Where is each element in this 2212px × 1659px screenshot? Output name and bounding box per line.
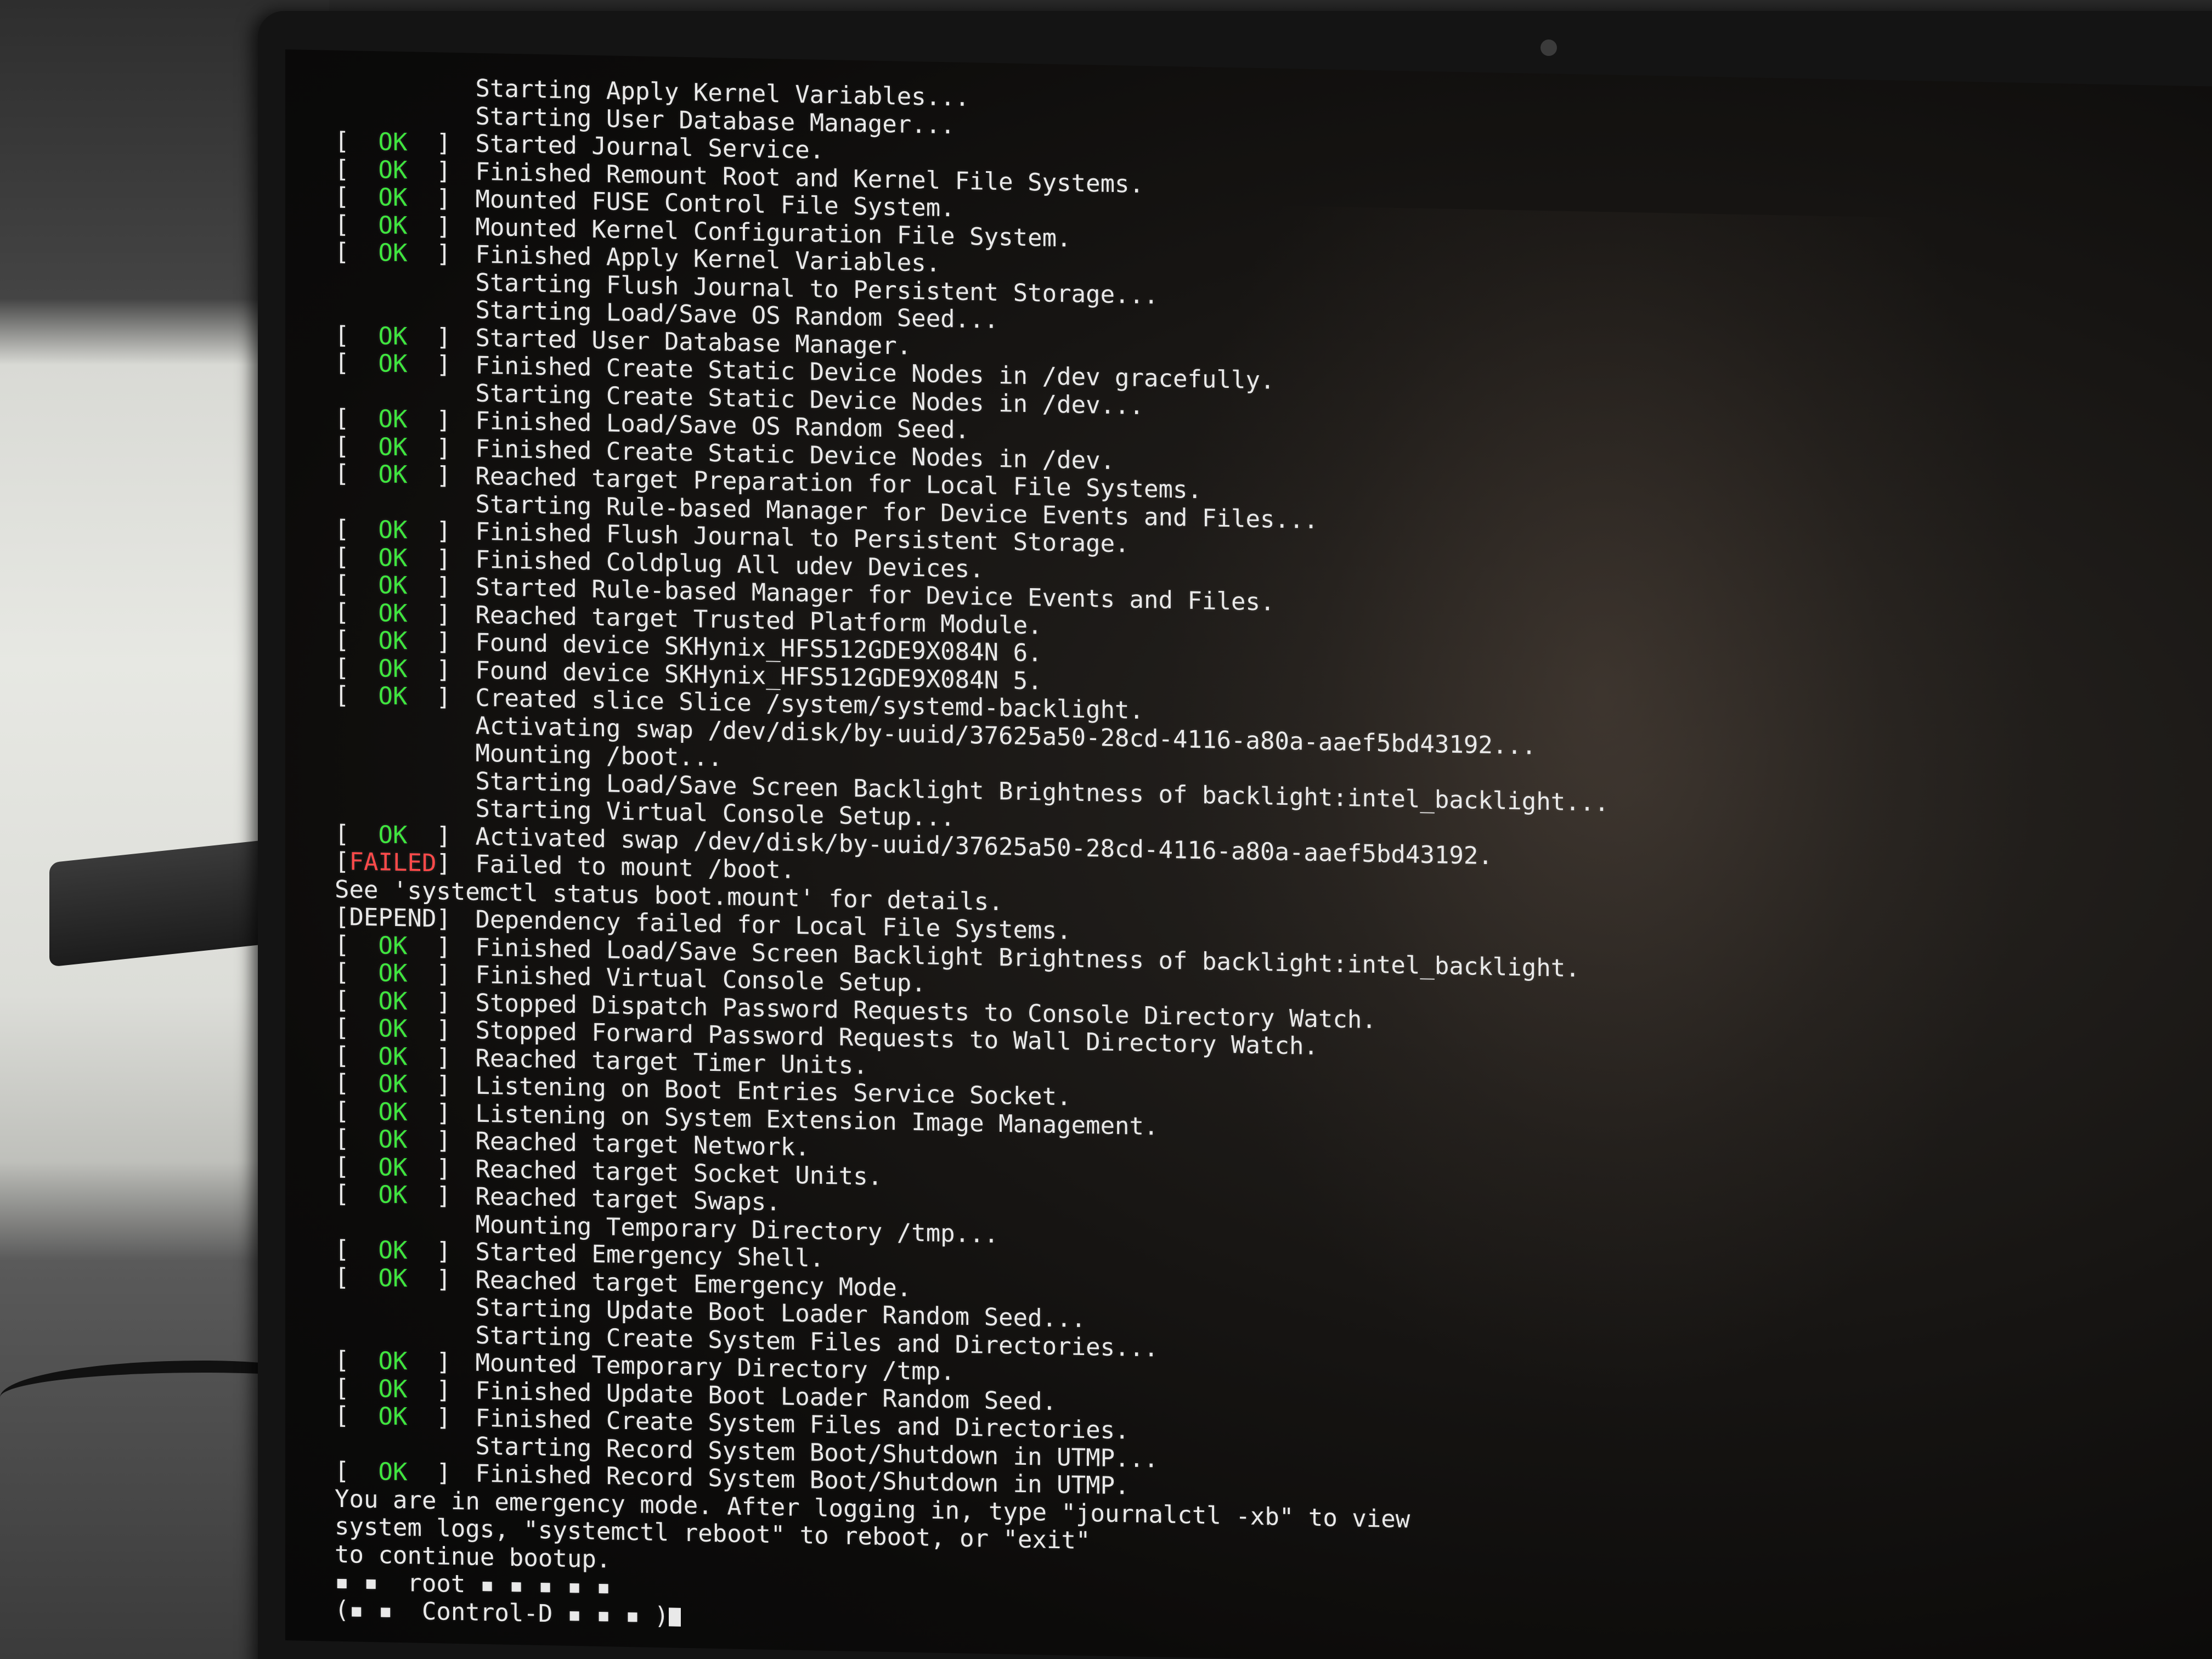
status-depend-badge: [DEPEND] <box>335 902 451 933</box>
status-ok-badge: [ OK ] <box>335 210 451 241</box>
status-ok-badge: [ OK ] <box>335 570 451 601</box>
ok-label: OK <box>349 598 437 628</box>
status-indent <box>335 94 461 96</box>
ok-label: OK <box>349 183 437 213</box>
ok-label: OK <box>349 1235 437 1266</box>
status-ok-badge: [ OK ] <box>335 598 451 629</box>
status-indent <box>335 1451 461 1453</box>
status-ok-badge: [ OK ] <box>335 1401 451 1432</box>
status-indent <box>335 786 461 788</box>
status-indent <box>335 1313 461 1315</box>
status-ok-badge: [ OK ] <box>335 681 451 712</box>
status-ok-badge: [ OK ] <box>335 404 451 435</box>
ok-label: OK <box>349 681 437 712</box>
ok-label: OK <box>349 626 437 656</box>
webcam-icon <box>1541 40 1557 56</box>
failed-label: FAILED <box>349 848 437 878</box>
status-indent <box>335 1340 461 1342</box>
status-indent <box>335 731 461 733</box>
ok-label: OK <box>349 571 437 601</box>
status-ok-badge: [ OK ] <box>335 432 451 462</box>
ok-label: OK <box>349 1097 437 1127</box>
status-ok-badge: [ OK ] <box>335 1263 451 1294</box>
ok-label: OK <box>349 930 437 961</box>
status-ok-badge: [ OK ] <box>335 1069 451 1099</box>
ok-label: OK <box>349 1125 437 1155</box>
ok-label: OK <box>349 349 437 379</box>
status-ok-badge: [ OK ] <box>335 1235 451 1266</box>
status-ok-badge: [ OK ] <box>335 515 451 545</box>
ok-label: OK <box>349 210 437 240</box>
status-ok-badge: [ OK ] <box>335 1041 451 1072</box>
ok-label: OK <box>349 1346 437 1376</box>
ok-label: OK <box>349 1014 437 1044</box>
ok-label: OK <box>349 1263 437 1293</box>
status-ok-badge: [ OK ] <box>335 1457 451 1487</box>
status-ok-badge: [ OK ] <box>335 348 451 379</box>
status-ok-badge: [ OK ] <box>335 182 451 213</box>
status-ok-badge: [ OK ] <box>335 321 451 352</box>
status-indent <box>335 287 461 290</box>
status-ok-badge: [ OK ] <box>335 1013 451 1044</box>
status-ok-badge: [ OK ] <box>335 155 451 185</box>
status-ok-badge: [ OK ] <box>335 625 451 656</box>
ok-label: OK <box>349 543 437 573</box>
ok-label: OK <box>349 1457 437 1487</box>
ok-label: OK <box>349 1069 437 1099</box>
boot-console[interactable]: Starting Apply Kernel Variables... Start… <box>335 72 2189 1659</box>
status-indent <box>335 398 461 400</box>
status-ok-badge: [ OK ] <box>335 958 451 989</box>
status-indent <box>335 509 461 511</box>
status-ok-badge: [ OK ] <box>335 238 451 268</box>
ok-label: OK <box>349 958 437 989</box>
status-indent <box>335 1229 461 1232</box>
ok-label: OK <box>349 1152 437 1182</box>
ok-label: OK <box>349 1374 437 1404</box>
ok-label: OK <box>349 1041 437 1071</box>
status-ok-badge: [ OK ] <box>335 1097 451 1127</box>
ok-label: OK <box>349 127 437 157</box>
status-ok-badge: [ OK ] <box>335 459 451 490</box>
ok-label: OK <box>349 1402 437 1432</box>
depend-label: DEPEND <box>349 903 437 933</box>
status-ok-badge: [ OK ] <box>335 986 451 1017</box>
ok-label: OK <box>349 155 437 185</box>
status-ok-badge: [ OK ] <box>335 820 451 850</box>
ok-label: OK <box>349 404 437 435</box>
status-ok-badge: [ OK ] <box>335 543 451 573</box>
status-indent <box>335 759 461 761</box>
ok-label: OK <box>349 238 437 268</box>
status-ok-badge: [ OK ] <box>335 1374 451 1404</box>
status-ok-badge: [ OK ] <box>335 1180 451 1210</box>
text-cursor[interactable] <box>669 1607 681 1627</box>
laptop-screen[interactable]: Starting Apply Kernel Variables... Start… <box>285 49 2212 1659</box>
ok-label: OK <box>349 986 437 1016</box>
ok-label: OK <box>349 515 437 545</box>
status-indent <box>335 814 461 816</box>
ok-label: OK <box>349 432 437 462</box>
status-ok-badge: [ OK ] <box>335 653 451 684</box>
photo-scene: Starting Apply Kernel Variables... Start… <box>0 0 2212 1659</box>
control-d-text: (▪ ▪ Control-D ▪ ▪ ▪ ) <box>335 1595 669 1630</box>
ok-label: OK <box>349 653 437 684</box>
ok-label: OK <box>349 820 437 850</box>
status-ok-badge: [ OK ] <box>335 1152 451 1183</box>
status-failed-badge: [FAILED] <box>335 847 451 878</box>
ok-label: OK <box>349 321 437 351</box>
ok-label: OK <box>349 460 437 490</box>
ok-label: OK <box>349 1180 437 1210</box>
status-indent <box>335 121 461 123</box>
status-ok-badge: [ OK ] <box>335 1124 451 1155</box>
status-indent <box>335 315 461 318</box>
status-ok-badge: [ OK ] <box>335 930 451 961</box>
status-ok-badge: [ OK ] <box>335 127 451 157</box>
status-ok-badge: [ OK ] <box>335 1346 451 1376</box>
